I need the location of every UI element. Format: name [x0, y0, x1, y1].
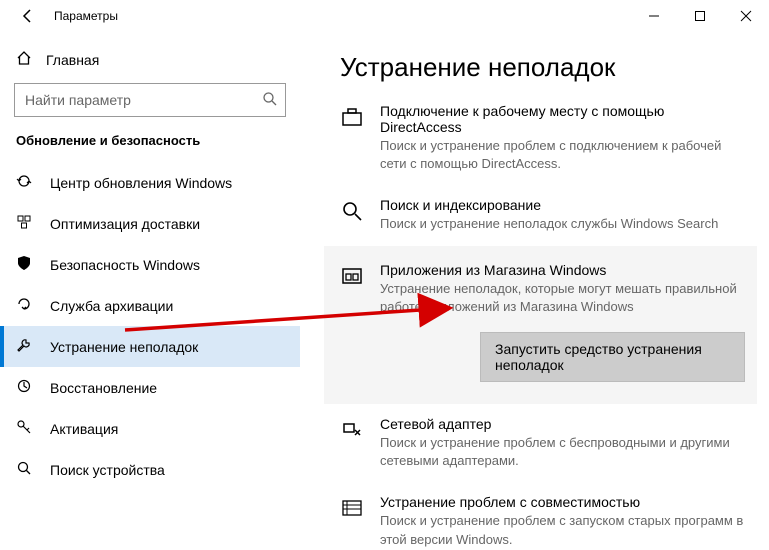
home-label: Главная	[46, 52, 99, 68]
run-troubleshooter-button[interactable]: Запустить средство устранения неполадок	[480, 332, 745, 382]
sidebar-item-backup[interactable]: Служба архивации	[0, 285, 300, 326]
item-title: Подключение к рабочему месту с помощью D…	[380, 103, 745, 135]
item-desc: Поиск и устранение проблем с беспроводны…	[380, 434, 745, 470]
sync-icon	[16, 173, 32, 192]
maximize-button[interactable]	[677, 0, 723, 32]
delivery-icon	[16, 214, 32, 233]
troubleshoot-item-directaccess[interactable]: Подключение к рабочему месту с помощью D…	[340, 91, 745, 185]
item-desc: Поиск и устранение проблем с запуском ст…	[380, 512, 745, 548]
troubleshoot-item-compatibility[interactable]: Устранение проблем с совместимостью Поис…	[340, 482, 745, 550]
find-icon	[16, 460, 32, 479]
troubleshoot-item-search[interactable]: Поиск и индексирование Поиск и устранени…	[340, 185, 745, 245]
sidebar-item-label: Активация	[50, 421, 118, 437]
sidebar-item-activation[interactable]: Активация	[0, 408, 300, 449]
window-title: Параметры	[54, 9, 631, 23]
sidebar-item-delivery-optimization[interactable]: Оптимизация доставки	[0, 203, 300, 244]
sidebar-item-find-device[interactable]: Поиск устройства	[0, 449, 300, 490]
page-title: Устранение неполадок	[340, 52, 745, 83]
item-desc: Поиск и устранение неполадок службы Wind…	[380, 215, 745, 233]
content-area: Устранение неполадок Подключение к рабоч…	[300, 32, 769, 550]
sidebar-item-label: Центр обновления Windows	[50, 175, 232, 191]
search-icon	[262, 91, 278, 112]
home-icon	[16, 50, 32, 69]
home-nav-item[interactable]: Главная	[0, 42, 300, 77]
minimize-button[interactable]	[631, 0, 677, 32]
search-icon	[340, 199, 364, 223]
search-input[interactable]	[14, 83, 286, 117]
recovery-icon	[16, 378, 32, 397]
back-button[interactable]	[16, 4, 40, 28]
key-icon	[16, 419, 32, 438]
item-desc: Поиск и устранение проблем с подключение…	[380, 137, 745, 173]
sidebar-item-label: Устранение неполадок	[50, 339, 198, 355]
sidebar: Главная Обновление и безопасность Центр …	[0, 32, 300, 550]
troubleshoot-item-store-apps[interactable]: Приложения из Магазина Windows Устранени…	[324, 246, 757, 404]
wrench-icon	[16, 337, 32, 356]
item-title: Сетевой адаптер	[380, 416, 745, 432]
shield-icon	[16, 255, 32, 274]
backup-icon	[16, 296, 32, 315]
item-title: Приложения из Магазина Windows	[380, 262, 745, 278]
close-button[interactable]	[723, 0, 769, 32]
sidebar-item-windows-update[interactable]: Центр обновления Windows	[0, 162, 300, 203]
sidebar-item-recovery[interactable]: Восстановление	[0, 367, 300, 408]
group-header: Обновление и безопасность	[0, 127, 300, 162]
sidebar-item-label: Безопасность Windows	[50, 257, 200, 273]
sidebar-item-label: Восстановление	[50, 380, 157, 396]
sidebar-item-label: Служба архивации	[50, 298, 173, 314]
item-title: Устранение проблем с совместимостью	[380, 494, 745, 510]
briefcase-icon	[340, 105, 364, 129]
compat-icon	[340, 496, 364, 520]
item-title: Поиск и индексирование	[380, 197, 745, 213]
sidebar-item-troubleshoot[interactable]: Устранение неполадок	[0, 326, 300, 367]
item-desc: Устранение неполадок, которые могут меша…	[380, 280, 745, 316]
troubleshoot-item-network-adapter[interactable]: Сетевой адаптер Поиск и устранение пробл…	[340, 404, 745, 482]
sidebar-item-windows-security[interactable]: Безопасность Windows	[0, 244, 300, 285]
network-icon	[340, 418, 364, 442]
sidebar-item-label: Поиск устройства	[50, 462, 165, 478]
sidebar-item-label: Оптимизация доставки	[50, 216, 200, 232]
app-icon	[340, 264, 364, 288]
